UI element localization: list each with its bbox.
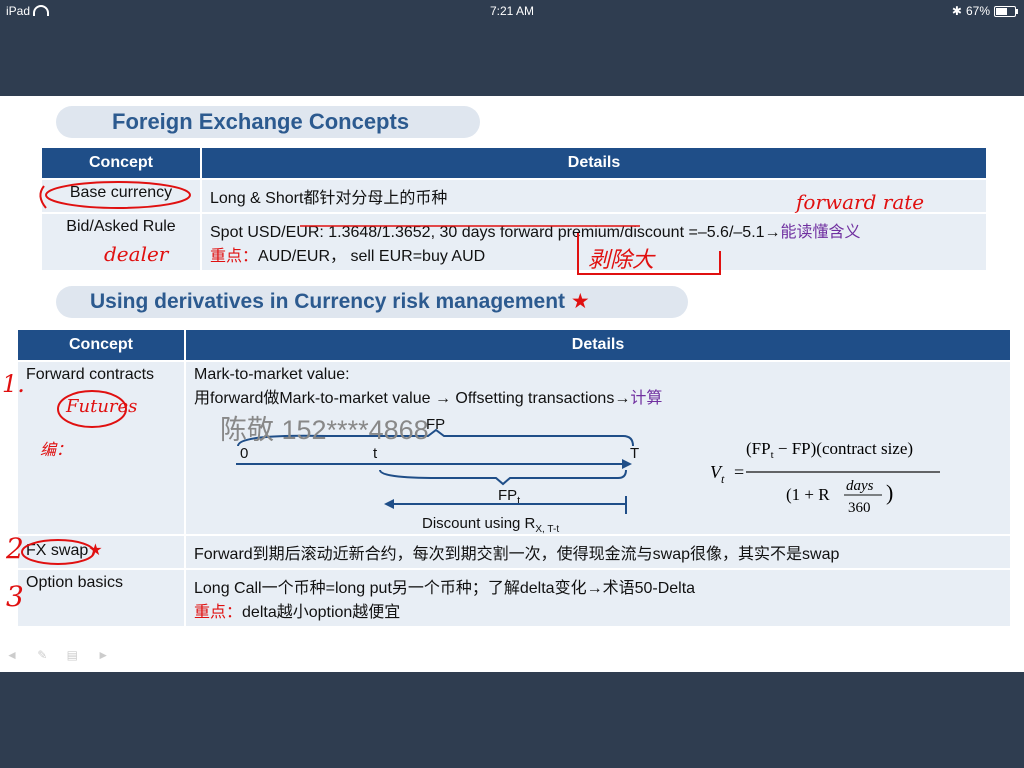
ink-futures: Futures (66, 396, 138, 417)
ink-circle-base-currency (45, 181, 191, 209)
ink-number-3: 3 (6, 580, 24, 613)
ink-swap-note: 编： (40, 440, 73, 459)
battery-indicator: ✱ 67% (951, 4, 1018, 18)
ink-dealer: dealer (104, 242, 169, 266)
clock: 7:21 AM (489, 4, 535, 18)
bluetooth-icon: ✱ (951, 4, 962, 18)
slide-toolbar[interactable]: ◄ ✎ ▤ ► (6, 648, 117, 662)
ink-number-2: 2 (6, 532, 24, 565)
ink-bid-ask-note: 剥除大 (588, 248, 655, 273)
ink-circle-fx-swap (21, 539, 95, 565)
ink-number-1: 1. (2, 370, 25, 398)
battery-percent: 67% (965, 4, 990, 18)
slide: Foreign Exchange Concepts Concept Detail… (0, 96, 1024, 672)
ink-annotations (21, 181, 721, 565)
ink-forward-rate: forward rate (796, 190, 925, 214)
status-bar: iPad 7:21 AM ✱ 67% (0, 0, 1024, 22)
battery-icon (994, 5, 1018, 17)
